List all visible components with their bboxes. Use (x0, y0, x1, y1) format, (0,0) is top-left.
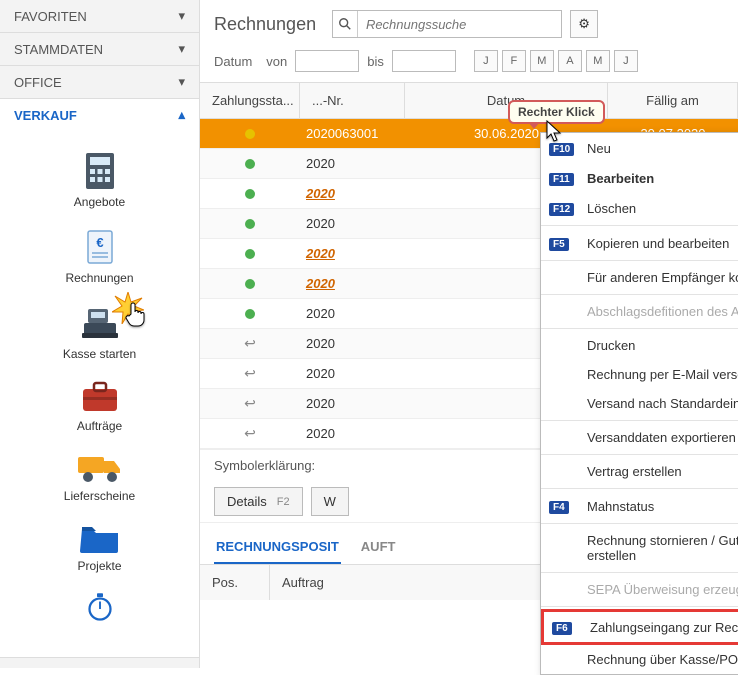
fkey-badge: F11 (549, 173, 574, 186)
context-menu-item[interactable]: Rechnung per E-Mail versenden (541, 360, 738, 389)
context-menu-item[interactable]: Versand nach Standardeinstellung (541, 389, 738, 418)
status-dot-icon (245, 129, 255, 139)
settings-button[interactable]: ⚙ (570, 10, 598, 38)
context-menu-item[interactable]: F12LöschenF12 (541, 193, 738, 223)
tab-rechnungsposition[interactable]: RECHNUNGSPOSIT (214, 533, 341, 564)
month-button[interactable]: J (614, 50, 638, 72)
status-dot-icon (245, 159, 255, 169)
arrow-icon: ↩ (244, 425, 256, 442)
date-from-input[interactable] (295, 50, 359, 72)
sidebar-item-angebote[interactable]: Angebote (40, 151, 160, 209)
filter-bar: Datum von bis JFMAMJ (200, 44, 738, 82)
status-dot-icon (245, 249, 255, 259)
status-dot-icon (245, 309, 255, 319)
context-menu-item[interactable]: F4MahnstatusF4 (541, 491, 738, 521)
status-dot-icon (245, 189, 255, 199)
table-header: Zahlungssta... ...-Nr. Datum Fällig am (200, 82, 738, 119)
context-menu-item[interactable]: Drucken▶ (541, 331, 738, 360)
context-menu-item[interactable]: Versanddaten exportieren (541, 423, 738, 452)
sidebar-group-office[interactable]: OFFICE▾ (0, 66, 199, 98)
sidebar-item-rechnungen[interactable]: € Rechnungen (40, 227, 160, 285)
col-nr: ...-Nr. (300, 83, 405, 118)
sidebar-item-label: Rechnungen (40, 271, 160, 285)
date-to-input[interactable] (392, 50, 456, 72)
context-menu-item[interactable]: Für anderen Empfänger kopieren (541, 263, 738, 292)
context-menu-item[interactable]: F5Kopieren und bearbeitenF5 (541, 228, 738, 258)
tab-auftrag[interactable]: AUFT (359, 533, 398, 564)
briefcase-icon (40, 379, 160, 415)
filter-label-bis: bis (367, 54, 384, 69)
sidebar-item-label: Kasse starten (40, 347, 160, 361)
month-button[interactable]: M (530, 50, 554, 72)
chevron-down-icon: ▾ (178, 8, 185, 24)
sidebar-group-favoriten[interactable]: FAVORITEN▾ (0, 0, 199, 32)
chevron-down-icon: ▾ (178, 41, 185, 57)
fkey-badge: F5 (549, 238, 569, 251)
filter-label-von: von (266, 54, 287, 69)
context-menu-item[interactable]: Rechnung über Kasse/POS bezahlen (541, 645, 738, 674)
month-button[interactable]: A (558, 50, 582, 72)
stopwatch-icon (40, 591, 160, 621)
month-button[interactable]: F (502, 50, 526, 72)
month-button[interactable]: J (474, 50, 498, 72)
arrow-icon: ↩ (244, 365, 256, 382)
folder-icon (40, 521, 160, 555)
context-menu: F10NeuF10F11BearbeitenF11F12LöschenF12 F5… (540, 132, 738, 675)
filter-label-datum: Datum (214, 54, 252, 69)
svg-text:€: € (96, 235, 103, 250)
sidebar: FAVORITEN▾ STAMMDATEN▾ OFFICE▾ VERKAUF▴ … (0, 0, 200, 668)
fkey-badge: F10 (549, 143, 574, 156)
truck-icon (40, 451, 160, 485)
details-button[interactable]: DetailsF2 (214, 487, 303, 516)
context-menu-item[interactable]: F11BearbeitenF11 (541, 163, 738, 193)
fkey-badge: F12 (549, 203, 574, 216)
sidebar-item-projekte[interactable]: Projekte (40, 521, 160, 573)
tooltip-rechter-klick: Rechter Klick (508, 100, 605, 124)
sidebar-item-kasse[interactable]: Kasse starten (40, 303, 160, 361)
arrow-icon: ↩ (244, 395, 256, 412)
chevron-up-icon: ▴ (178, 107, 185, 123)
sidebar-item-label: Angebote (40, 195, 160, 209)
chevron-down-icon: ▾ (178, 74, 185, 90)
status-dot-icon (245, 279, 255, 289)
month-button[interactable]: M (586, 50, 610, 72)
context-menu-item: SEPA Überweisung erzeugen (541, 575, 738, 604)
sidebar-item-label: Aufträge (40, 419, 160, 433)
subcol-pos: Pos. (200, 565, 270, 600)
sidebar-item-auftraege[interactable]: Aufträge (40, 379, 160, 433)
sidebar-group-verkauf[interactable]: VERKAUF▴ (0, 99, 199, 131)
col-faellig: Fällig am (608, 83, 738, 118)
sidebar-group-stammdaten[interactable]: STAMMDATEN▾ (0, 33, 199, 65)
calculator-icon (40, 151, 160, 191)
context-menu-item[interactable]: F6Zahlungseingang zur Rechnung hinterleg… (541, 609, 738, 645)
fkey-badge: F4 (549, 501, 569, 514)
sidebar-item-lieferscheine[interactable]: Lieferscheine (40, 451, 160, 503)
page-title: Rechnungen (214, 14, 316, 35)
gear-icon: ⚙ (578, 16, 590, 32)
context-menu-item[interactable]: Rechnung stornieren / Gutschrift zur Rec… (541, 526, 738, 570)
sidebar-item-label: Lieferscheine (40, 489, 160, 503)
col-zahlungsstatus: Zahlungssta... (200, 83, 300, 118)
fkey-badge: F6 (552, 622, 572, 635)
invoice-icon: € (40, 227, 160, 267)
main: Rechnungen ⚙ Datum von bis JFMAMJ Zahlun… (200, 0, 738, 668)
context-menu-item: Abschlagsdefitionen des Auftrags (541, 297, 738, 326)
cash-register-icon (40, 303, 160, 343)
w-button[interactable]: W (311, 487, 349, 516)
search-icon[interactable] (333, 11, 358, 37)
context-menu-item[interactable]: F10NeuF10 (541, 133, 738, 163)
sidebar-item-timer[interactable] (40, 591, 160, 621)
search-input[interactable] (332, 10, 562, 38)
arrow-icon: ↩ (244, 335, 256, 352)
sidebar-item-label: Projekte (40, 559, 160, 573)
context-menu-item[interactable]: Vertrag erstellen (541, 457, 738, 486)
status-dot-icon (245, 219, 255, 229)
